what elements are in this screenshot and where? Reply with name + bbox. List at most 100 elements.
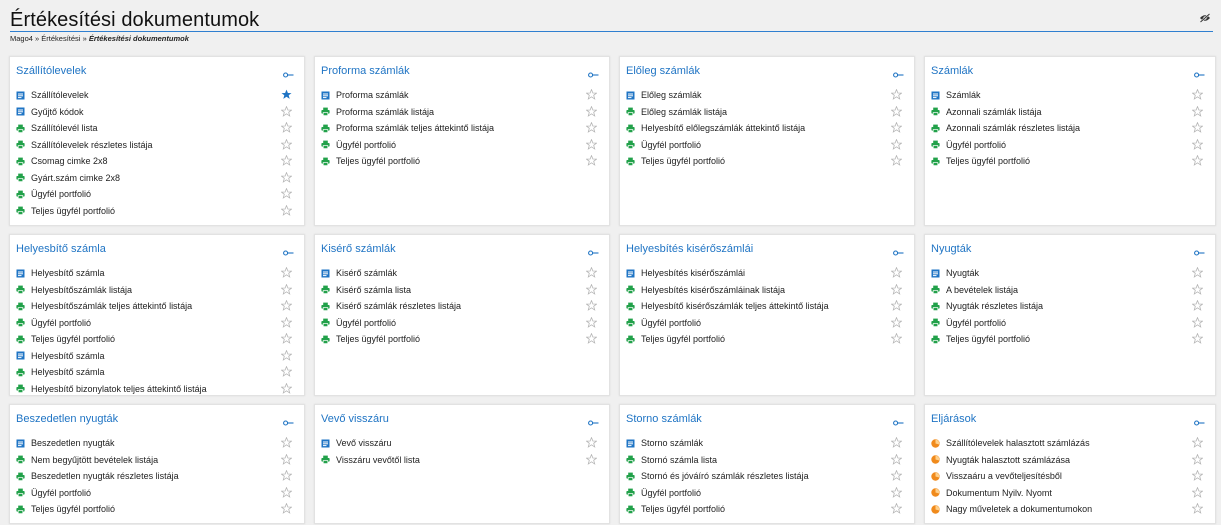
star-icon[interactable] [585,299,598,311]
menu-item[interactable]: Kisérő számlák [321,265,601,282]
star-icon[interactable] [280,266,293,278]
menu-item[interactable]: Teljes ügyfél portfolió [16,203,296,220]
menu-item-label[interactable]: Teljes ügyfél portfolió [641,334,906,344]
star-icon[interactable] [1191,316,1204,328]
star-icon[interactable] [1191,502,1204,514]
star-icon[interactable] [1191,154,1204,166]
menu-item[interactable]: Nyugták [931,265,1207,282]
pin-icon[interactable] [283,244,294,256]
menu-item[interactable]: Storno számlák [626,435,906,452]
star-icon[interactable] [1191,299,1204,311]
star-icon[interactable] [280,299,293,311]
star-icon[interactable] [280,469,293,481]
menu-item[interactable]: Ügyfél portfolió [626,315,906,332]
star-icon[interactable] [890,88,903,100]
menu-item[interactable]: Helyesbítő számla [16,348,296,365]
menu-item[interactable]: Szállítólevelek [16,87,296,104]
menu-item[interactable]: Ügyfél portfolió [16,186,296,203]
star-icon[interactable] [280,332,293,344]
menu-item[interactable]: Szállítólevelek halasztott számlázás [931,435,1207,452]
menu-item-label[interactable]: Azonnali számlák listája [946,107,1207,117]
menu-item[interactable]: Helyesbítő számla [16,265,296,282]
star-icon[interactable] [890,453,903,465]
menu-item-label[interactable]: Előleg számlák listája [641,107,906,117]
menu-item-label[interactable]: Ügyfél portfolió [336,140,601,150]
menu-item[interactable]: Ügyfél portfolió [16,485,296,502]
menu-item-label[interactable]: Proforma számlák listája [336,107,601,117]
menu-item[interactable]: Dokumentum Nyilv. Nyomt [931,485,1207,502]
menu-item-label[interactable]: Helyesbítés kisérőszámláinak listája [641,285,906,295]
star-icon[interactable] [280,283,293,295]
star-icon[interactable] [890,283,903,295]
star-icon[interactable] [890,469,903,481]
menu-item[interactable]: Teljes ügyfél portfolió [321,153,601,170]
menu-item-label[interactable]: Visszaáru a vevőteljesítésből [946,471,1207,481]
menu-item[interactable]: Teljes ügyfél portfolió [16,501,296,518]
star-icon[interactable] [280,105,293,117]
menu-item[interactable]: Beszedetlen nyugták [16,435,296,452]
menu-item-label[interactable]: Teljes ügyfél portfolió [336,156,601,166]
star-icon[interactable] [280,138,293,150]
menu-item[interactable]: Helyesbítőszámlák listája [16,282,296,299]
star-icon[interactable] [890,105,903,117]
menu-item-label[interactable]: A bevételek listája [946,285,1207,295]
pin-icon[interactable] [893,244,904,256]
menu-item[interactable]: Helyesbítő kisérőszámlák teljes áttekint… [626,298,906,315]
star-filled-icon[interactable] [281,89,292,100]
menu-item-label[interactable]: Stornó számla lista [641,455,906,465]
menu-item-label[interactable]: Ügyfél portfolió [946,318,1207,328]
star-icon[interactable] [1191,453,1204,465]
star-icon[interactable] [890,436,903,448]
menu-item[interactable]: Stornó számla lista [626,452,906,469]
menu-item-label[interactable]: Azonnali számlák részletes listája [946,123,1207,133]
menu-item-label[interactable]: Teljes ügyfél portfolió [31,206,296,216]
menu-item-label[interactable]: Helyesbítő bizonylatok teljes áttekintő … [31,384,296,394]
menu-item-label[interactable]: Teljes ügyfél portfolió [31,334,296,344]
menu-item[interactable]: Ügyfél portfolió [321,137,601,154]
menu-item-label[interactable]: Vevő visszáru [336,438,601,448]
menu-item[interactable]: Nyugták részletes listája [931,298,1207,315]
menu-item-label[interactable]: Ügyfél portfolió [641,140,906,150]
menu-item[interactable]: Ügyfél portfolió [321,315,601,332]
pin-icon[interactable] [588,414,599,426]
star-icon[interactable] [1191,88,1204,100]
menu-item[interactable]: Teljes ügyfél portfolió [16,331,296,348]
menu-item[interactable]: Számlák [931,87,1207,104]
menu-item[interactable]: Nem begyűjtött bevételek listája [16,452,296,469]
star-icon[interactable] [280,121,293,133]
menu-item-label[interactable]: Beszedetlen nyugták részletes listája [31,471,296,481]
menu-item-label[interactable]: Dokumentum Nyilv. Nyomt [946,488,1207,498]
menu-item-label[interactable]: Helyesbítés kisérőszámlái [641,268,906,278]
menu-item-label[interactable]: Ügyfél portfolió [946,140,1207,150]
menu-item[interactable]: Azonnali számlák részletes listája [931,120,1207,137]
menu-item[interactable]: Visszaáru a vevőteljesítésből [931,468,1207,485]
menu-item-label[interactable]: Teljes ügyfél portfolió [641,504,906,514]
star-icon[interactable] [585,332,598,344]
pin-icon[interactable] [893,414,904,426]
star-icon[interactable] [890,299,903,311]
menu-item-label[interactable]: Ügyfél portfolió [31,318,296,328]
menu-item[interactable]: Proforma számlák teljes áttekintő listáj… [321,120,601,137]
star-icon[interactable] [280,316,293,328]
menu-item[interactable]: Helyesbítőszámlák teljes áttekintő listá… [16,298,296,315]
menu-item[interactable]: Csomag cimke 2x8 [16,153,296,170]
star-icon[interactable] [585,283,598,295]
menu-item[interactable]: Helyesbítő előlegszámlák áttekintő listá… [626,120,906,137]
menu-item[interactable]: Előleg számlák listája [626,104,906,121]
star-icon[interactable] [585,88,598,100]
star-icon[interactable] [890,138,903,150]
menu-item-label[interactable]: Helyesbítő előlegszámlák áttekintő listá… [641,123,906,133]
menu-item[interactable]: Teljes ügyfél portfolió [626,331,906,348]
star-icon[interactable] [585,436,598,448]
menu-item[interactable]: Visszáru vevőtől lista [321,452,601,469]
menu-item-label[interactable]: Nyugták halasztott számlázása [946,455,1207,465]
menu-item-label[interactable]: Teljes ügyfél portfolió [641,156,906,166]
menu-item-label[interactable]: Ügyfél portfolió [31,189,296,199]
star-icon[interactable] [1191,283,1204,295]
menu-item-label[interactable]: Stornó és jóváíró számlák részletes list… [641,471,906,481]
menu-item-label[interactable]: Teljes ügyfél portfolió [946,334,1207,344]
star-icon[interactable] [1191,105,1204,117]
menu-item-label[interactable]: Teljes ügyfél portfolió [946,156,1207,166]
menu-item-label[interactable]: Szállítólevelek [31,90,296,100]
star-icon[interactable] [1191,332,1204,344]
